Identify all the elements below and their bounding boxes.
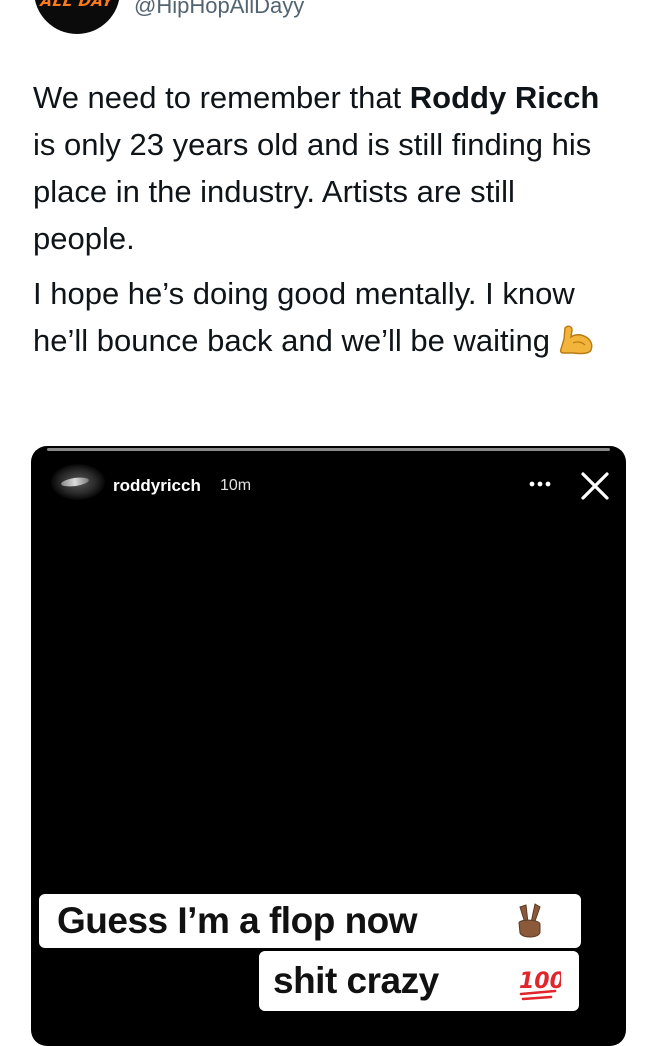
story-screenshot: roddyricch 10m Guess I’m a flop now shit… bbox=[31, 446, 626, 1046]
hundred-points-icon: 100 bbox=[519, 969, 561, 1001]
tweet-p2-text: I hope he’s doing good mentally. I know … bbox=[33, 276, 575, 358]
story-progress-bar bbox=[47, 448, 610, 451]
victory-hand-icon bbox=[518, 903, 541, 938]
caption-text-2: shit crazy bbox=[273, 960, 439, 1001]
author-avatar[interactable]: ALL DAY bbox=[34, 0, 120, 34]
story-caption-line-1: Guess I’m a flop now bbox=[39, 894, 581, 948]
more-options-icon[interactable] bbox=[527, 472, 553, 494]
tweet-paragraph-2: I hope he’s doing good mentally. I know … bbox=[33, 270, 623, 364]
flexed-biceps-icon bbox=[559, 325, 593, 355]
caption-text-1: Guess I’m a flop now bbox=[57, 900, 418, 941]
tweet-paragraph-1: We need to remember that Roddy Ricch is … bbox=[33, 74, 623, 262]
tweet-p1-start: We need to remember that bbox=[33, 80, 410, 115]
close-icon[interactable] bbox=[578, 469, 612, 503]
author-handle[interactable]: @HipHopAllDayy bbox=[134, 0, 304, 18]
tweet-text: We need to remember that Roddy Ricch is … bbox=[33, 74, 623, 364]
story-username[interactable]: roddyricch bbox=[113, 476, 201, 496]
story-timestamp: 10m bbox=[220, 477, 252, 494]
story-caption-line-2: shit crazy 100 bbox=[259, 951, 579, 1011]
tweet-p1-bold: Roddy Ricch bbox=[409, 80, 600, 115]
story-avatar[interactable] bbox=[51, 464, 105, 500]
tweet-p1-end: is only 23 years old and is still findin… bbox=[33, 127, 592, 256]
avatar-logo-text: ALL DAY bbox=[39, 0, 115, 10]
